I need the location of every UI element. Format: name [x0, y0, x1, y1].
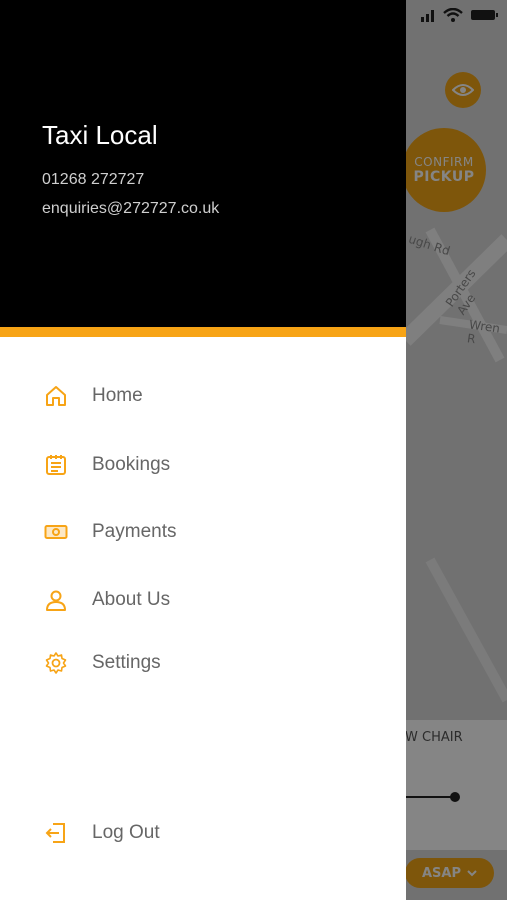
logout-button[interactable]: Log Out — [0, 809, 406, 857]
accent-divider — [0, 327, 406, 337]
drawer-header: Taxi Local 01268 272727 enquiries@272727… — [0, 0, 406, 327]
payments-icon — [43, 519, 69, 545]
user-icon — [43, 587, 69, 613]
signal-icon — [421, 10, 434, 22]
logout-icon — [43, 820, 69, 846]
menu-item-about-us[interactable]: About Us — [0, 576, 406, 624]
status-bar — [421, 8, 499, 22]
company-phone: 01268 272727 — [42, 171, 145, 188]
logout-label: Log Out — [92, 822, 160, 843]
battery-icon — [471, 10, 498, 20]
menu-item-payments[interactable]: Payments — [0, 508, 406, 556]
menu-item-label: Settings — [92, 652, 161, 673]
company-name: Taxi Local — [42, 120, 158, 150]
menu-item-bookings[interactable]: Bookings — [0, 441, 406, 489]
menu-item-label: Bookings — [92, 454, 171, 475]
menu-item-label: Home — [92, 385, 143, 406]
menu-item-label: Payments — [92, 521, 177, 542]
bookings-icon — [43, 452, 69, 478]
gear-icon — [43, 650, 69, 676]
company-email: enquiries@272727.co.uk — [42, 200, 220, 217]
menu-item-label: About Us — [92, 589, 171, 610]
navigation-drawer: Taxi Local 01268 272727 enquiries@272727… — [0, 0, 406, 900]
wifi-icon — [443, 8, 463, 22]
menu-item-home[interactable]: Home — [0, 372, 406, 420]
home-icon — [43, 383, 69, 409]
menu-item-settings[interactable]: Settings — [0, 639, 406, 687]
